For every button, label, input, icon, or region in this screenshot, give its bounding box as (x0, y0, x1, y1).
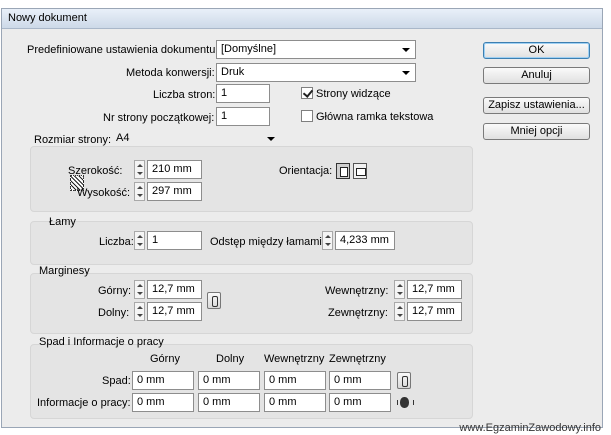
page-size-group (30, 146, 473, 212)
gutter-stepper[interactable] (322, 231, 333, 250)
height-stepper[interactable] (134, 182, 145, 201)
gutter-label: Odstęp między łamami: (210, 236, 325, 248)
bleed-slug-title: Spad i Informacje o pracy (39, 336, 164, 348)
slug-inside-input[interactable]: 0 mm (264, 393, 326, 412)
start-page-label: Nr strony początkowej: (103, 112, 215, 124)
bug-icon (397, 397, 414, 408)
columns-title: Łamy (49, 216, 76, 228)
margin-inside-input[interactable]: 12,7 mm (407, 280, 462, 299)
bleed-label: Spad: (102, 375, 131, 387)
chevron-down-icon (402, 48, 410, 52)
width-stepper[interactable] (134, 160, 145, 179)
preset-label: Predefiniowane ustawienia dokumentu: (27, 44, 219, 56)
landscape-icon[interactable] (353, 163, 367, 179)
pages-input[interactable]: 1 (216, 84, 270, 103)
preset-value: [Domyślne] (221, 43, 277, 55)
save-preset-button[interactable]: Zapisz ustawienia... (483, 97, 590, 114)
margin-bottom-input[interactable]: 12,7 mm (147, 302, 202, 321)
facing-pages-checkbox[interactable] (301, 87, 313, 99)
bleed-inside-input[interactable]: 0 mm (264, 371, 326, 390)
margins-title: Marginesy (39, 265, 90, 277)
margin-inside-stepper[interactable] (394, 280, 405, 299)
height-input[interactable]: 297 mm (147, 182, 202, 201)
link-bleed-icon[interactable] (397, 372, 411, 389)
start-page-input[interactable]: 1 (216, 107, 270, 126)
dialog-title: Nowy dokument (2, 9, 602, 29)
bleed-top-input[interactable]: 0 mm (132, 371, 194, 390)
bleed-header-top: Górny (150, 353, 180, 365)
method-value: Druk (221, 66, 245, 78)
height-label: Wysokość: (77, 187, 131, 199)
method-label: Metoda konwersji: (126, 67, 215, 79)
pages-label: Liczba stron: (153, 89, 216, 101)
width-input[interactable]: 210 mm (147, 160, 202, 179)
margin-top-label: Górny: (98, 285, 132, 297)
margin-outside-label: Zewnętrzny: (328, 307, 388, 319)
margin-top-input[interactable]: 12,7 mm (147, 280, 202, 299)
bleed-outside-input[interactable]: 0 mm (329, 371, 391, 390)
preset-select[interactable]: [Domyślne] (216, 40, 416, 59)
bleed-bottom-input[interactable]: 0 mm (198, 371, 260, 390)
page-size-label: Rozmiar strony: (34, 134, 112, 146)
bleed-header-outside: Zewnętrzny (329, 353, 386, 365)
cancel-button[interactable]: Anuluj (483, 67, 590, 84)
gutter-input[interactable]: 4,233 mm (335, 231, 395, 250)
slug-outside-input[interactable]: 0 mm (329, 393, 391, 412)
master-text-frame-checkbox[interactable] (301, 110, 313, 122)
bleed-header-inside: Wewnętrzny (264, 353, 325, 365)
ok-button[interactable]: OK (483, 42, 590, 59)
watermark-url: www.EgzaminZawodowy.info (459, 422, 601, 434)
margin-bottom-stepper[interactable] (134, 302, 145, 321)
margin-inside-label: Wewnętrzny: (325, 285, 389, 297)
orientation-label: Orientacja: (279, 165, 333, 177)
slug-bottom-input[interactable]: 0 mm (198, 393, 260, 412)
portrait-icon[interactable] (336, 163, 350, 179)
fewer-options-button[interactable]: Mniej opcji (483, 123, 590, 140)
bleed-header-bottom: Dolny (216, 353, 245, 365)
margin-top-stepper[interactable] (134, 280, 145, 299)
master-text-frame-label: Główna ramka tekstowa (316, 111, 434, 123)
new-document-dialog: Nowy dokument Predefiniowane ustawienia … (1, 8, 603, 428)
chevron-down-icon (402, 71, 410, 75)
facing-pages-label: Strony widzące (316, 88, 391, 100)
page-size-value: A4 (116, 132, 130, 144)
method-select[interactable]: Druk (216, 63, 416, 82)
margin-bottom-label: Dolny: (98, 307, 130, 319)
margin-outside-input[interactable]: 12,7 mm (407, 302, 462, 321)
link-margins-icon[interactable] (207, 292, 221, 309)
column-count-stepper[interactable] (134, 231, 145, 250)
slug-top-input[interactable]: 0 mm (132, 393, 194, 412)
margin-outside-stepper[interactable] (394, 302, 405, 321)
chevron-down-icon (267, 137, 275, 141)
slug-label: Informacje o pracy: (37, 397, 131, 409)
column-count-label: Liczba: (99, 236, 134, 248)
column-count-input[interactable]: 1 (147, 231, 202, 250)
